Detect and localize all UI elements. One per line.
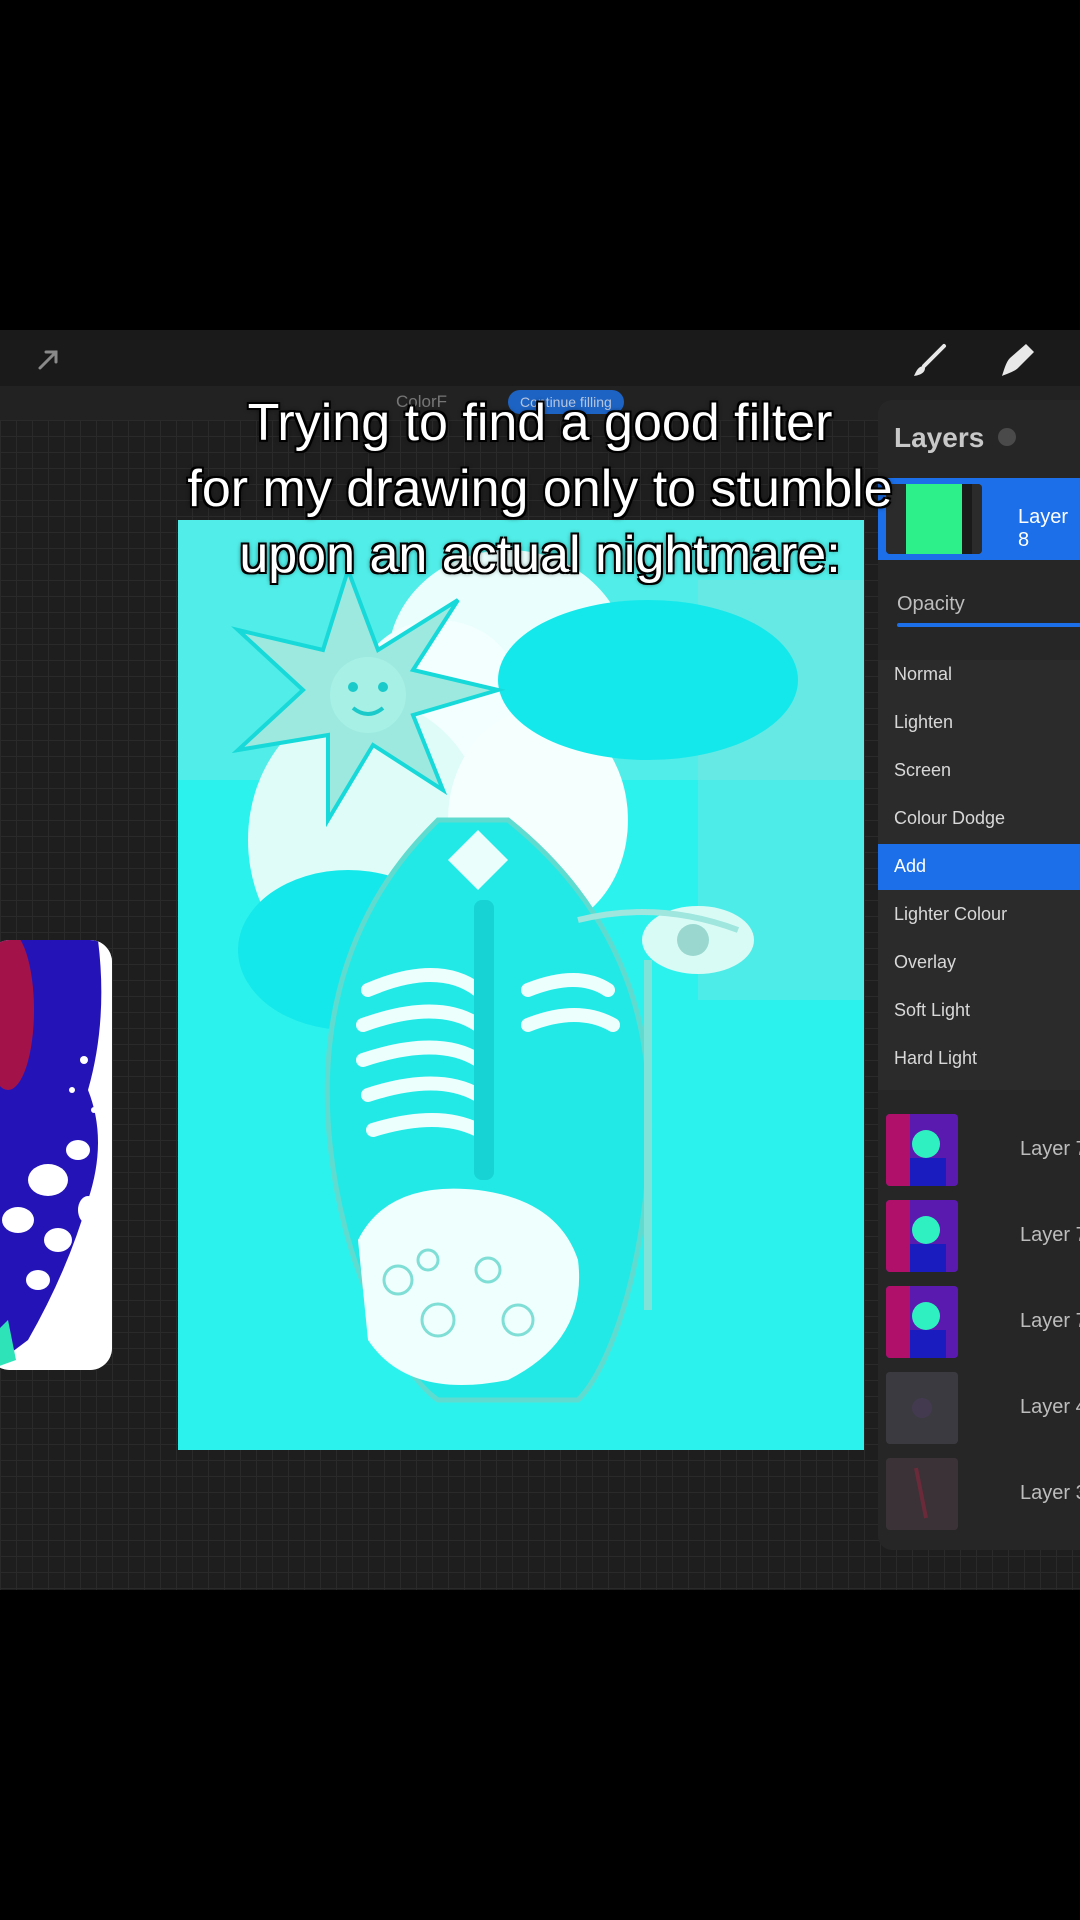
blend-mode-normal[interactable]: Normal — [894, 664, 952, 685]
top-toolbar — [0, 330, 1080, 386]
reference-image — [0, 940, 112, 1370]
caption-line: for my drawing only to stumble — [187, 460, 893, 518]
layer-label: Layer 7 — [1020, 1138, 1080, 1160]
blend-mode-hard-light[interactable]: Hard Light — [894, 1048, 977, 1069]
caption-line: Trying to find a good filter — [247, 394, 833, 452]
layer-row[interactable]: Layer 7 — [878, 1194, 1080, 1274]
smudge-icon[interactable] — [996, 340, 1036, 380]
artwork-canvas[interactable] — [178, 520, 864, 1450]
layer-label: Layer 3 — [1020, 1482, 1080, 1504]
caption-line: upon an actual nightmare: — [239, 526, 841, 584]
blend-mode-lighten[interactable]: Lighten — [894, 712, 953, 733]
blend-mode-colour-dodge[interactable]: Colour Dodge — [894, 808, 1005, 829]
layer-thumbnail — [886, 1286, 958, 1358]
layer-row[interactable]: Layer 4 — [878, 1366, 1080, 1446]
blend-mode-screen[interactable]: Screen — [894, 760, 951, 781]
brush-icon[interactable] — [910, 340, 950, 380]
video-caption: Trying to find a good filter for my draw… — [0, 390, 1080, 588]
layer-thumbnail — [886, 1200, 958, 1272]
layer-thumbnail — [886, 1458, 958, 1530]
layer-label: Layer 7 — [1020, 1310, 1080, 1332]
blend-mode-lighter-colour[interactable]: Lighter Colour — [894, 904, 1007, 925]
layer-row[interactable]: Layer 3 — [878, 1452, 1080, 1532]
artwork-image — [178, 520, 864, 1450]
opacity-slider[interactable] — [897, 623, 1080, 627]
layer-label: Layer 4 — [1020, 1396, 1080, 1418]
layer-thumbnail — [886, 1114, 958, 1186]
layer-label: Layer 7 — [1020, 1224, 1080, 1246]
blend-mode-add-label: Add — [894, 856, 927, 876]
layer-row[interactable]: Layer 7 — [878, 1280, 1080, 1360]
layer-thumbnail — [886, 1372, 958, 1444]
blend-mode-add[interactable]: Add — [878, 844, 1080, 890]
arrow-icon[interactable] — [34, 344, 64, 374]
blend-mode-soft-light[interactable]: Soft Light — [894, 1000, 970, 1021]
blend-mode-overlay[interactable]: Overlay — [894, 952, 956, 973]
reference-image-window[interactable] — [0, 940, 112, 1370]
layer-row[interactable]: Layer 7 — [878, 1108, 1080, 1188]
blend-mode-list: Normal Lighten Screen Colour Dodge Add L… — [878, 660, 1080, 1090]
opacity-label: Opacity — [897, 593, 965, 615]
